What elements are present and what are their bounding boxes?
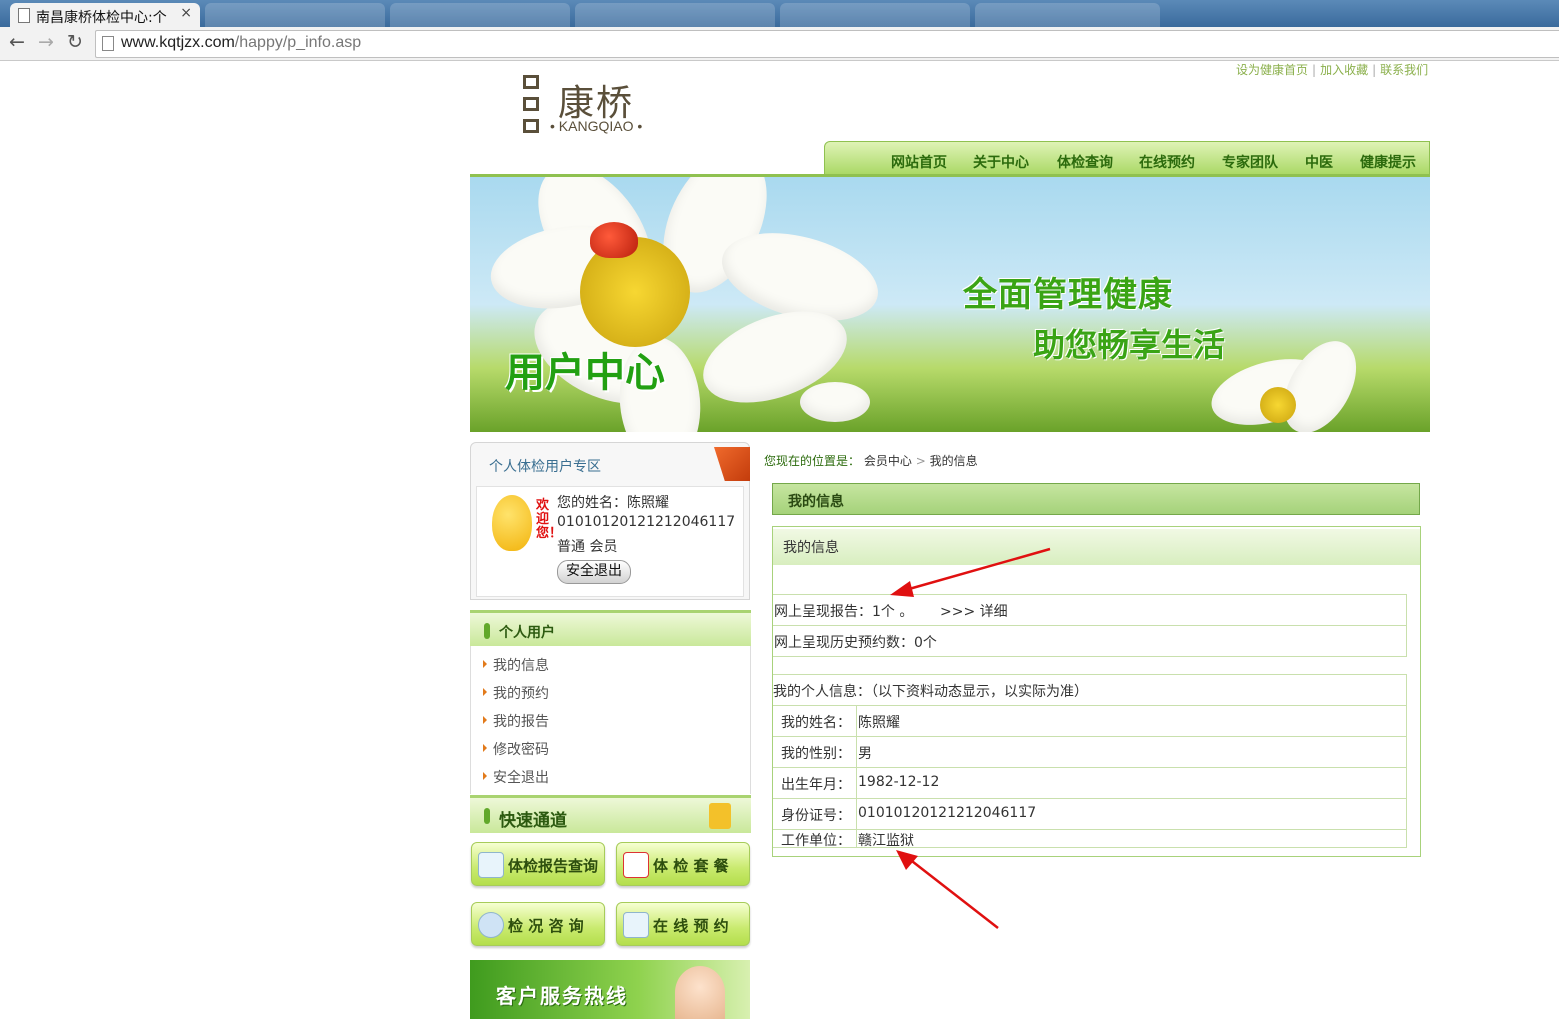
person-icon: [478, 912, 504, 938]
field-label: 工作单位：: [781, 833, 851, 849]
breadcrumb-member-center[interactable]: 会员中心: [864, 454, 912, 468]
menu-change-password[interactable]: 修改密码: [483, 739, 549, 759]
corner-decoration: [714, 447, 750, 481]
personal-menu: 我的信息 我的预约 我的报告 修改密码 安全退出: [470, 646, 751, 794]
menu-my-reports[interactable]: 我的报告: [483, 711, 549, 731]
reload-icon[interactable]: ↻: [64, 31, 86, 53]
browser-tab-strip: 南昌康桥体检中心:个 ×: [0, 0, 1559, 27]
breadcrumb-current: 我的信息: [929, 454, 978, 468]
browser-tab[interactable]: [205, 3, 385, 27]
field-label: 我的姓名：: [781, 715, 851, 731]
logout-button[interactable]: 安全退出: [557, 560, 631, 584]
personal-menu-header: 个人用户: [470, 610, 751, 646]
user-info-card: 欢迎您！ 您的姓名：陈照耀 010101201212120461​17 普通 会…: [476, 486, 744, 597]
nav-home[interactable]: 网站首页: [891, 152, 947, 172]
welcome-text: 欢迎您！: [536, 498, 563, 541]
back-arrow-icon[interactable]: ←: [6, 31, 28, 53]
field-label: 出生年月：: [781, 777, 851, 793]
user-panel-title: 个人体检用户专区: [489, 459, 601, 475]
personal-info-note: 我的个人信息：（以下资料动态显示，以实际为准）: [773, 684, 1088, 700]
add-favorite-link[interactable]: 加入收藏: [1320, 63, 1368, 77]
address-bar[interactable]: www.kqtjzx.com/happy/p_info.asp: [95, 30, 1559, 58]
url-text: www.kqtjzx.com/happy/p_info.asp: [121, 34, 362, 51]
field-workplace-value: 赣江监狱: [858, 833, 914, 849]
set-homepage-link[interactable]: 设为健康首页: [1236, 63, 1308, 77]
personal-menu-title: 个人用户: [499, 625, 555, 641]
quick-access-header: 快速通道: [470, 795, 751, 833]
bullet-pill-icon: [484, 623, 490, 639]
history-count: 网上呈现历史预约数：0个: [774, 635, 937, 651]
report-query-button[interactable]: 体检报告查询: [471, 842, 605, 886]
signpost-icon: [709, 803, 731, 829]
medical-cross-icon: [623, 852, 649, 878]
field-label: 我的性别：: [781, 746, 851, 762]
browser-tab[interactable]: [390, 3, 570, 27]
field-id-value: 010101201212120461​17: [858, 805, 1037, 821]
user-level: 普通 会员: [557, 539, 618, 555]
nav-exam-query[interactable]: 体检查询: [1057, 152, 1113, 172]
report-detail-link[interactable]: >>> 详细: [940, 601, 1008, 621]
online-booking-button[interactable]: 在 线 预 约: [616, 902, 750, 946]
page-title-bar: 我的信息: [772, 483, 1420, 515]
logo-subtext: • KANGQIAO •: [550, 118, 643, 134]
nav-online-booking[interactable]: 在线预约: [1139, 152, 1195, 172]
field-label: 身份证号：: [781, 808, 851, 824]
annotation-arrow-icon: [890, 547, 1051, 597]
menu-my-bookings[interactable]: 我的预约: [483, 683, 549, 703]
nurse-avatar: [675, 966, 725, 1019]
user-panel: 个人体检用户专区 欢迎您！ 您的姓名：陈照耀 01010120121212046…: [470, 442, 750, 600]
menu-my-info[interactable]: 我的信息: [483, 655, 549, 675]
report-count: 网上呈现报告：1个 。: [774, 604, 914, 620]
browser-tab[interactable]: [575, 3, 775, 27]
page-icon: [102, 36, 114, 51]
mascot-icon: [492, 495, 532, 551]
consult-button[interactable]: 检 况 咨 询: [471, 902, 605, 946]
exam-package-button[interactable]: 体 检 套 餐: [616, 842, 750, 886]
info-panel-header: 我的信息: [773, 529, 1420, 565]
quick-access-title: 快速通道: [499, 811, 567, 831]
browser-tab-active[interactable]: 南昌康桥体检中心:个 ×: [10, 3, 200, 27]
logo-mark-icon: [523, 75, 539, 135]
main-nav: 网站首页 关于中心 体检查询 在线预约 专家团队 中医 健康提示: [824, 141, 1430, 175]
forward-arrow-icon[interactable]: →: [35, 31, 57, 53]
field-birth-value: 1982-12-12: [858, 774, 940, 790]
nav-tcm[interactable]: 中医: [1305, 152, 1333, 172]
info-panel-title: 我的信息: [783, 540, 839, 556]
nav-experts[interactable]: 专家团队: [1222, 152, 1278, 172]
ladybug-icon: [590, 222, 638, 258]
user-name: 您的姓名：陈照耀: [557, 495, 669, 511]
banner-image: 全面管理健康 助您畅享生活 用户中心: [470, 177, 1430, 432]
nav-health-tips[interactable]: 健康提示: [1360, 152, 1416, 172]
field-name-value: 陈照耀: [858, 715, 900, 731]
banner-user-center: 用户中心: [505, 350, 665, 396]
calendar-person-icon: [623, 912, 649, 938]
report-search-icon: [478, 852, 504, 878]
page-icon: [18, 8, 30, 23]
banner-slogan-2: 助您畅享生活: [1033, 326, 1226, 364]
user-id: 010101201212120461​17: [557, 514, 736, 530]
bullet-pill-icon: [484, 808, 490, 824]
tab-close-icon[interactable]: ×: [180, 5, 192, 21]
nav-about[interactable]: 关于中心: [973, 152, 1029, 172]
contact-link[interactable]: 联系我们: [1380, 63, 1428, 77]
browser-tab[interactable]: [780, 3, 970, 27]
hotline-banner[interactable]: 客户服务热线: [470, 960, 750, 1019]
menu-logout[interactable]: 安全退出: [483, 767, 549, 787]
field-gender-value: 男: [858, 746, 872, 762]
tab-title: 南昌康桥体检中心:个: [36, 10, 167, 26]
hotline-text: 客户服务热线: [496, 984, 628, 1008]
top-links: 设为健康首页 | 加入收藏 | 联系我们: [1236, 63, 1429, 77]
browser-tab[interactable]: [975, 3, 1160, 27]
annotation-arrow-icon: [896, 850, 999, 929]
page-title: 我的信息: [788, 494, 844, 510]
breadcrumb: 您现在的位置是： 会员中心 > 我的信息: [764, 454, 978, 468]
banner-slogan-1: 全面管理健康: [963, 275, 1173, 315]
